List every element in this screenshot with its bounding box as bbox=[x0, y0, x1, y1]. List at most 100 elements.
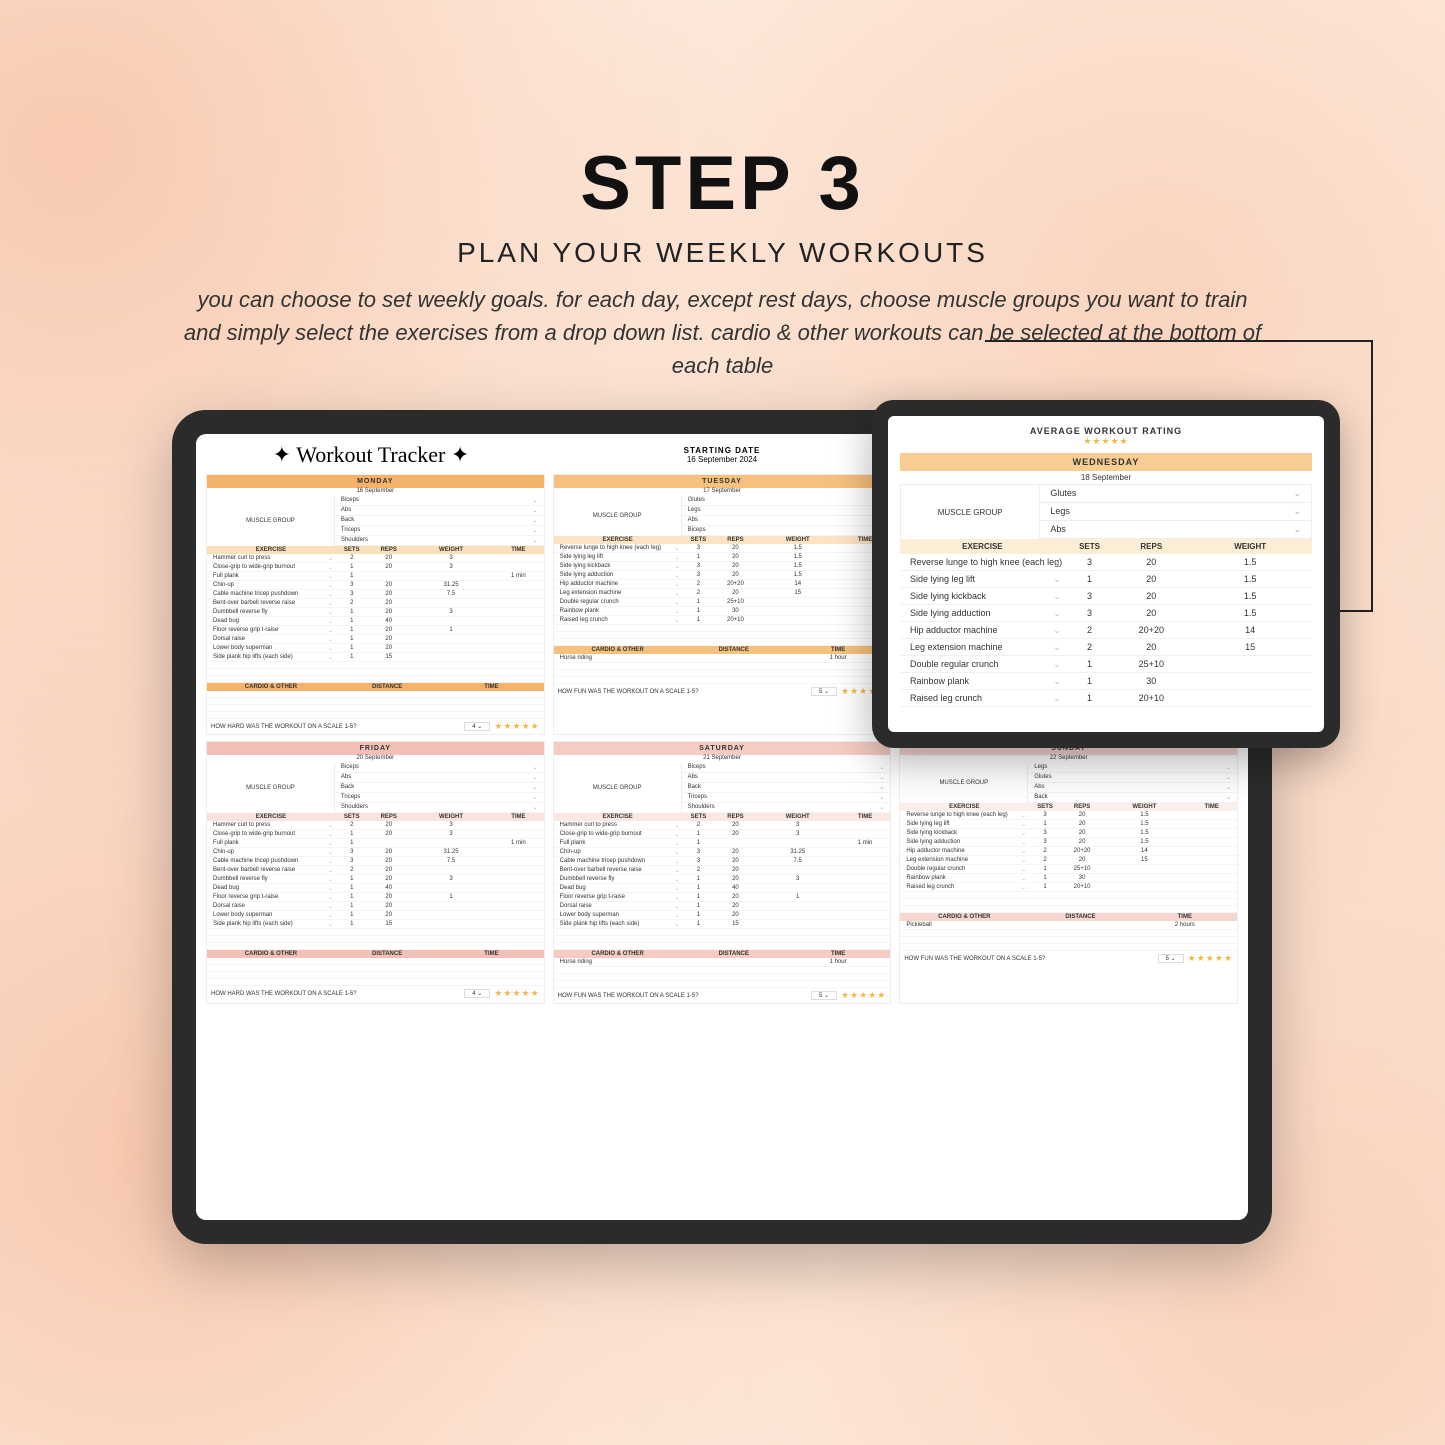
muscle-group-select[interactable]: Back bbox=[335, 516, 544, 526]
exercise-row[interactable]: Reverse lunge to high knee (each leg)320… bbox=[554, 544, 891, 553]
muscle-group-select[interactable]: Glutes bbox=[1028, 773, 1237, 783]
muscle-group-select[interactable]: Triceps bbox=[682, 793, 891, 803]
muscle-group-select[interactable]: Abs bbox=[682, 516, 891, 526]
day-header: TUESDAY bbox=[554, 475, 891, 488]
exercise-row[interactable]: Floor reverse grip t-raise1201 bbox=[207, 893, 544, 902]
rating-select[interactable]: 5 ⌄ bbox=[811, 687, 837, 696]
exercise-row[interactable]: Full plank11 min bbox=[554, 839, 891, 848]
exercise-row[interactable]: Hip adductor machine220+2014 bbox=[554, 580, 891, 589]
muscle-group-select[interactable]: Biceps bbox=[682, 763, 891, 773]
exercise-row[interactable]: Lower body superman120 bbox=[554, 911, 891, 920]
exercise-row[interactable]: Side lying leg lift1201.5 bbox=[554, 553, 891, 562]
cardio-row[interactable]: Horse riding1 hour bbox=[554, 654, 891, 663]
exercise-row[interactable]: Side lying kickback3201.5 bbox=[554, 562, 891, 571]
exercise-row[interactable]: Double regular crunch125+10 bbox=[900, 656, 1312, 673]
exercise-row[interactable]: Floor reverse grip t-raise1201 bbox=[207, 626, 544, 635]
exercise-row[interactable]: Floor reverse grip t-raise1201 bbox=[554, 893, 891, 902]
muscle-group-select[interactable]: Legs bbox=[1040, 503, 1311, 521]
exercise-row[interactable]: Side lying adduction3201.5 bbox=[900, 605, 1312, 622]
exercise-row[interactable]: Dumbbell reverse fly1203 bbox=[207, 608, 544, 617]
exercise-row[interactable]: Leg extension machine22015 bbox=[554, 589, 891, 598]
exercise-row[interactable]: Side plank hip lifts (each side)115 bbox=[207, 653, 544, 662]
cardio-row[interactable]: Horse riding1 hour bbox=[554, 958, 891, 967]
exercise-row[interactable]: Bent-over barbell reverse raise220 bbox=[207, 866, 544, 875]
muscle-group-select[interactable]: Shoulders bbox=[682, 803, 891, 813]
exercise-row[interactable]: Hip adductor machine220+2014 bbox=[900, 622, 1312, 639]
exercise-row[interactable]: Leg extension machine22015 bbox=[900, 856, 1237, 865]
exercise-row[interactable]: Close-grip to wide-grip burnout1203 bbox=[554, 830, 891, 839]
exercise-row[interactable]: Cable machine tricep pushdown3207.5 bbox=[207, 590, 544, 599]
muscle-group-select[interactable]: Legs bbox=[1028, 763, 1237, 773]
muscle-group-select[interactable]: Back bbox=[1028, 793, 1237, 803]
muscle-group-select[interactable]: Abs bbox=[335, 773, 544, 783]
rating-select[interactable]: 5 ⌄ bbox=[811, 991, 837, 1000]
exercise-row[interactable]: Side lying adduction3201.5 bbox=[554, 571, 891, 580]
exercise-row[interactable]: Double regular crunch125+10 bbox=[554, 598, 891, 607]
exercise-row[interactable]: Lower body superman120 bbox=[207, 911, 544, 920]
exercise-row[interactable]: Dead bug140 bbox=[207, 617, 544, 626]
exercise-row[interactable]: Full plank11 min bbox=[207, 839, 544, 848]
exercise-row[interactable]: Side lying kickback3201.5 bbox=[900, 829, 1237, 838]
exercise-row[interactable]: Raised leg crunch120+10 bbox=[900, 883, 1237, 892]
exercise-row[interactable]: Lower body superman120 bbox=[207, 644, 544, 653]
rating-select[interactable]: 5 ⌄ bbox=[1158, 954, 1184, 963]
muscle-group-select[interactable]: Glutes bbox=[1040, 485, 1311, 503]
hero-blurb: you can choose to set weekly goals. for … bbox=[180, 283, 1265, 382]
muscle-group-select[interactable]: Triceps bbox=[335, 793, 544, 803]
muscle-group-select[interactable]: Triceps bbox=[335, 526, 544, 536]
exercise-row[interactable]: Cable machine tricep pushdown3207.5 bbox=[207, 857, 544, 866]
exercise-row[interactable]: Reverse lunge to high knee (each leg)320… bbox=[900, 811, 1237, 820]
muscle-group-select[interactable]: Abs bbox=[1028, 783, 1237, 793]
exercise-row[interactable]: Dorsal raise120 bbox=[554, 902, 891, 911]
exercise-row[interactable]: Reverse lunge to high knee (each leg)320… bbox=[900, 554, 1312, 571]
exercise-row[interactable]: Side plank hip lifts (each side)115 bbox=[554, 920, 891, 929]
muscle-group-select[interactable]: Abs bbox=[335, 506, 544, 516]
exercise-row[interactable]: Hammer curl to press2203 bbox=[207, 554, 544, 563]
exercise-row[interactable]: Rainbow plank130 bbox=[554, 607, 891, 616]
muscle-group-select[interactable]: Biceps bbox=[335, 496, 544, 506]
rating-select[interactable]: 4 ⌄ bbox=[464, 989, 490, 998]
exercise-row[interactable]: Close-grip to wide-grip burnout1203 bbox=[207, 830, 544, 839]
muscle-group-select[interactable]: Abs bbox=[682, 773, 891, 783]
exercise-row[interactable]: Hammer curl to press2203 bbox=[554, 821, 891, 830]
exercise-row[interactable]: Hip adductor machine220+2014 bbox=[900, 847, 1237, 856]
muscle-group-select[interactable]: Shoulders bbox=[335, 536, 544, 546]
exercise-row[interactable]: Full plank11 min bbox=[207, 572, 544, 581]
exercise-row[interactable]: Dumbbell reverse fly1203 bbox=[554, 875, 891, 884]
exercise-row[interactable]: Rainbow plank130 bbox=[900, 874, 1237, 883]
exercise-row[interactable]: Chin-up32031.25 bbox=[554, 848, 891, 857]
muscle-group-select[interactable]: Back bbox=[682, 783, 891, 793]
exercise-row[interactable]: Bent-over barbell reverse raise220 bbox=[207, 599, 544, 608]
exercise-row[interactable]: Side lying kickback3201.5 bbox=[900, 588, 1312, 605]
exercise-row[interactable]: Dead bug140 bbox=[207, 884, 544, 893]
muscle-group-select[interactable]: Shoulders bbox=[335, 803, 544, 813]
exercise-row[interactable]: Chin-up32031.25 bbox=[207, 581, 544, 590]
muscle-group-block: MUSCLE GROUP BicepsAbsBackTricepsShoulde… bbox=[554, 763, 891, 813]
exercise-row[interactable]: Rainbow plank130 bbox=[900, 673, 1312, 690]
exercise-row[interactable]: Cable machine tricep pushdown3207.5 bbox=[554, 857, 891, 866]
exercise-row[interactable]: Bent-over barbell reverse raise220 bbox=[554, 866, 891, 875]
exercise-row[interactable]: Leg extension machine22015 bbox=[900, 639, 1312, 656]
exercise-row[interactable]: Dorsal raise120 bbox=[207, 902, 544, 911]
exercise-row[interactable]: Side lying leg lift1201.5 bbox=[900, 571, 1312, 588]
exercise-row[interactable]: Raised leg crunch120+10 bbox=[900, 690, 1312, 707]
exercise-row[interactable]: Dead bug140 bbox=[554, 884, 891, 893]
exercise-row[interactable]: Side lying leg lift1201.5 bbox=[900, 820, 1237, 829]
cardio-row[interactable]: Pickleball2 hours bbox=[900, 921, 1237, 930]
exercise-row[interactable]: Double regular crunch125+10 bbox=[900, 865, 1237, 874]
muscle-group-select[interactable]: Legs bbox=[682, 506, 891, 516]
exercise-row[interactable]: Dorsal raise120 bbox=[207, 635, 544, 644]
exercise-row[interactable]: Hammer curl to press2203 bbox=[207, 821, 544, 830]
exercise-row[interactable]: Raised leg crunch120+10 bbox=[554, 616, 891, 625]
rating-select[interactable]: 4 ⌄ bbox=[464, 722, 490, 731]
muscle-group-select[interactable]: Abs bbox=[1040, 521, 1311, 539]
muscle-group-select[interactable]: Biceps bbox=[335, 763, 544, 773]
muscle-group-select[interactable]: Back bbox=[335, 783, 544, 793]
exercise-row[interactable]: Close-grip to wide-grip burnout1203 bbox=[207, 563, 544, 572]
exercise-row[interactable]: Dumbbell reverse fly1203 bbox=[207, 875, 544, 884]
muscle-group-select[interactable]: Glutes bbox=[682, 496, 891, 506]
exercise-row[interactable]: Side lying adduction3201.5 bbox=[900, 838, 1237, 847]
muscle-group-select[interactable]: Biceps bbox=[682, 526, 891, 536]
exercise-row[interactable]: Side plank hip lifts (each side)115 bbox=[207, 920, 544, 929]
exercise-row[interactable]: Chin-up32031.25 bbox=[207, 848, 544, 857]
